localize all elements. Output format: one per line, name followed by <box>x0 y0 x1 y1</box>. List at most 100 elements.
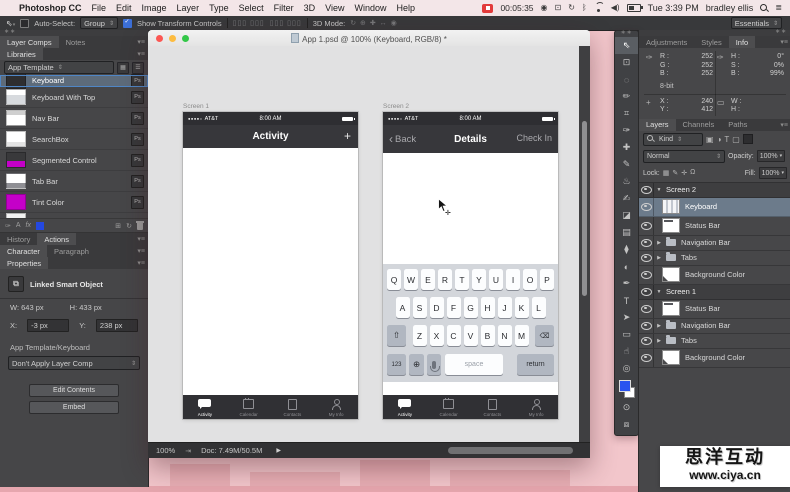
sync-library-icon[interactable]: ↻ <box>126 222 132 230</box>
delete-key[interactable]: ⌫ <box>535 325 554 346</box>
quick-mask-button[interactable]: ⊙ <box>615 399 638 416</box>
visibility-cell[interactable] <box>639 251 654 265</box>
tab-notes[interactable]: Notes <box>59 36 93 48</box>
layer-group-navigation-bar[interactable]: ▶Navigation Bar <box>639 236 790 251</box>
workspace-switcher[interactable]: Essentials⇕ <box>731 17 782 29</box>
sync-menu-icon[interactable]: ↻ <box>568 4 575 12</box>
filter-adjustment-layers-icon[interactable]: ◑ <box>717 135 722 144</box>
menu-3d[interactable]: 3D <box>304 3 316 13</box>
space-key[interactable]: space <box>445 354 503 375</box>
key-g[interactable]: G <box>464 297 478 318</box>
key-q[interactable]: Q <box>387 269 401 290</box>
visibility-cell[interactable] <box>639 217 654 235</box>
add-button[interactable]: + <box>344 129 351 143</box>
tab-actions[interactable]: Actions <box>37 233 76 245</box>
library-item-tab-bar[interactable]: Tab BarPs <box>0 171 148 192</box>
library-item-keyboard[interactable]: KeyboardPs <box>0 75 148 87</box>
panel-menu-icon[interactable]: ▾≡ <box>780 38 788 46</box>
key-r[interactable]: R <box>438 269 452 290</box>
visibility-cell[interactable] <box>639 183 654 197</box>
app-menu-title[interactable]: Photoshop CC <box>19 3 82 13</box>
artboard-screen2[interactable]: ●●●●○ AT&T 8:00 AM ‹Back Details Check I… <box>383 112 558 419</box>
layer-group-tabs[interactable]: ▶Tabs <box>639 251 790 266</box>
visibility-cell[interactable] <box>639 349 654 367</box>
tab-activity[interactable]: Activity <box>183 395 227 419</box>
layer-row-background-color[interactable]: Background Color <box>639 349 790 368</box>
quick-selection-tool[interactable]: ✏ <box>615 88 638 105</box>
mic-key[interactable] <box>427 354 441 375</box>
history-brush-tool[interactable]: ✍ <box>615 190 638 207</box>
new-library-icon[interactable]: ⊞ <box>115 222 121 230</box>
canvas-area[interactable]: Screen 1 ●●●●○ AT&T 8:00 AM Activity + A… <box>148 46 590 443</box>
type-tool[interactable]: T <box>615 292 638 309</box>
fill-field[interactable]: 100%▾ <box>759 167 787 179</box>
layer-row-status-bar[interactable]: Status Bar <box>639 217 790 236</box>
key-e[interactable]: E <box>421 269 435 290</box>
tab-character[interactable]: Character <box>0 245 47 257</box>
key-y[interactable]: Y <box>472 269 486 290</box>
key-l[interactable]: L <box>532 297 546 318</box>
key-z[interactable]: Z <box>413 325 427 346</box>
vertical-scrollbar[interactable] <box>579 46 590 443</box>
layer-row-status-bar[interactable]: Status Bar <box>639 300 790 319</box>
notification-center-icon[interactable]: ≣ <box>775 4 782 12</box>
y-position-field[interactable]: 238 px <box>96 319 138 332</box>
document-title-bar[interactable]: App 1.psd @ 100% (Keyboard, RGB/8) * <box>148 30 590 47</box>
lock-all-icon[interactable]: Ω <box>690 169 695 177</box>
spotlight-icon[interactable] <box>760 4 768 12</box>
menu-window[interactable]: Window <box>354 3 386 13</box>
panel-menu-icon[interactable]: ▾≡ <box>137 38 145 46</box>
layer-comp-dropdown[interactable]: Don't Apply Layer Comp⇕ <box>8 356 140 370</box>
eye-icon[interactable] <box>641 322 652 330</box>
library-item-segmented-control[interactable]: Segmented ControlPs <box>0 150 148 171</box>
artboard-screen1[interactable]: ●●●●○ AT&T 8:00 AM Activity + ActivityCa… <box>183 112 358 419</box>
tab-calendar[interactable]: Calendar <box>427 395 471 419</box>
layer-group-screen-2[interactable]: ▼Screen 2 <box>639 183 790 198</box>
bluetooth-icon[interactable]: ᛒ <box>582 4 587 12</box>
key-f[interactable]: F <box>447 297 461 318</box>
eraser-tool[interactable]: ◪ <box>615 207 638 224</box>
horizontal-scrollbar[interactable] <box>448 447 573 454</box>
eye-icon[interactable] <box>641 305 652 313</box>
filter-smart-object-icon[interactable] <box>743 134 753 144</box>
eye-icon[interactable] <box>641 288 652 296</box>
document-size-readout[interactable]: Doc: 7.49M/50.5M <box>201 446 262 455</box>
eye-icon[interactable] <box>641 222 652 230</box>
screen-record-badge-icon[interactable] <box>482 4 493 13</box>
gradient-tool[interactable]: ▤ <box>615 224 638 241</box>
grid-view-button[interactable]: ▦ <box>117 62 129 74</box>
key-u[interactable]: U <box>489 269 503 290</box>
menu-view[interactable]: View <box>325 3 344 13</box>
lock-pixels-icon[interactable]: ✎ <box>672 169 678 177</box>
shift-key[interactable]: ⇧ <box>387 325 406 346</box>
auto-select-dropdown[interactable]: Group⇕ <box>80 17 118 29</box>
key-b[interactable]: B <box>481 325 495 346</box>
screen-mode-button[interactable]: ⧈ <box>615 416 638 433</box>
marquee-tool[interactable]: ⊡ <box>615 54 638 71</box>
tab-styles[interactable]: Styles <box>694 36 728 48</box>
key-c[interactable]: C <box>447 325 461 346</box>
camera-menu-icon[interactable]: ◉ <box>541 4 548 12</box>
add-layer-style-icon[interactable]: fx <box>26 222 31 229</box>
opacity-field[interactable]: 100%▾ <box>757 150 785 162</box>
menu-bar-clock[interactable]: Tue 3:39 PM <box>648 3 699 13</box>
zoom-level-field[interactable]: 100% <box>156 446 175 455</box>
menu-type[interactable]: Type <box>209 3 229 13</box>
healing-brush-tool[interactable]: ✚ <box>615 139 638 156</box>
library-item-searchbox[interactable]: SearchBoxPs <box>0 129 148 150</box>
key-p[interactable]: P <box>540 269 554 290</box>
library-item-tint-color[interactable]: Tint ColorPs <box>0 192 148 213</box>
shape-tool[interactable]: ▭ <box>615 326 638 343</box>
menu-help[interactable]: Help <box>396 3 415 13</box>
eye-icon[interactable] <box>641 254 652 262</box>
eye-icon[interactable] <box>641 186 652 194</box>
tab-contacts[interactable]: Contacts <box>271 395 315 419</box>
globe-key[interactable]: ⊕ <box>409 354 424 375</box>
layer-row-keyboard[interactable]: Keyboard <box>639 198 790 217</box>
dodge-tool[interactable]: ◐ <box>615 258 638 275</box>
filter-shape-layers-icon[interactable]: ▢ <box>732 135 740 144</box>
3d-mode-icons-group[interactable]: ↻ ⊕ ✚ ↔ ◉ <box>350 19 397 27</box>
tab-my-info[interactable]: My Info <box>514 395 558 419</box>
menu-layer[interactable]: Layer <box>177 3 200 13</box>
panel-menu-icon[interactable]: ▾≡ <box>137 235 145 243</box>
